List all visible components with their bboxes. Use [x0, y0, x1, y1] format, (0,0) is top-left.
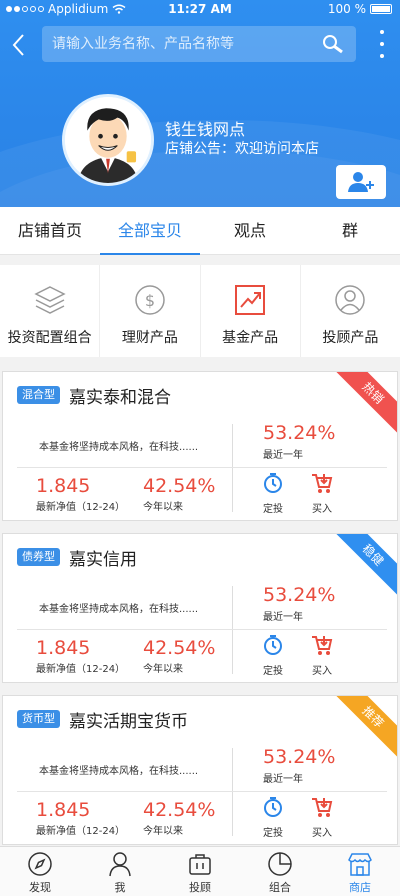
product-description: 本基金将坚持成本风格，在科技...... — [39, 604, 199, 615]
briefcase-icon — [189, 854, 211, 875]
nav-label: 最新净值（12-24） — [36, 502, 126, 513]
product-description: 本基金将坚持成本风格，在科技...... — [39, 442, 199, 453]
ytd-return: 42.54% — [143, 637, 216, 659]
timer-icon — [264, 797, 282, 817]
nav-value: 1.845 — [36, 475, 91, 497]
add-user-icon — [348, 172, 374, 192]
store-icon — [348, 853, 372, 876]
category-grid: 投资配置组合 $ 理财产品 基金产品 投顾产品 — [0, 265, 400, 357]
layers-icon — [33, 286, 66, 314]
ytd-label: 今年以来 — [143, 826, 183, 837]
shop-tabs: 店铺首页 全部宝贝 观点 群 — [0, 207, 400, 255]
product-type-badge: 货币型 — [17, 710, 60, 728]
annual-return: 53.24% — [263, 584, 336, 606]
follow-shop-button[interactable] — [336, 165, 386, 199]
more-menu-icon[interactable] — [380, 30, 386, 58]
dollar-coin-icon: $ — [135, 285, 165, 315]
category-wealth[interactable]: $ 理财产品 — [100, 265, 201, 357]
ytd-label: 今年以来 — [143, 502, 183, 513]
shop-notice: 店铺公告：欢迎访问本店 — [165, 141, 319, 157]
nav-advisor[interactable]: 投顾 — [160, 847, 240, 896]
bottom-nav: 发现 我 投顾 组合 商店 — [0, 846, 400, 896]
tab-shop-home[interactable]: 店铺首页 — [0, 207, 100, 254]
fixed-invest-button[interactable]: 定投 — [257, 634, 289, 677]
product-name[interactable]: 嘉实信用 — [69, 545, 137, 570]
annual-return: 53.24% — [263, 746, 336, 768]
trend-chart-icon — [235, 285, 266, 315]
search-icon[interactable] — [322, 34, 344, 54]
ytd-label: 今年以来 — [143, 664, 183, 675]
shop-avatar — [62, 94, 154, 186]
category-label: 理财产品 — [121, 330, 178, 346]
cart-icon — [312, 474, 333, 493]
category-fund[interactable]: 基金产品 — [201, 265, 301, 357]
tab-group[interactable]: 群 — [300, 207, 400, 254]
product-card[interactable]: 债券型 嘉实信用 稳健 本基金将坚持成本风格，在科技...... 53.24% … — [2, 533, 398, 683]
status-bar: Applidium 11:27 AM 100 % — [0, 0, 400, 20]
shop-header: Applidium 11:27 AM 100 % 钱生钱网点 店铺公告：欢迎访问… — [0, 0, 400, 207]
category-portfolio[interactable]: 投资配置组合 — [0, 265, 101, 357]
product-name[interactable]: 嘉实泰和混合 — [69, 383, 171, 408]
timer-icon — [264, 635, 282, 655]
nav-store[interactable]: 商店 — [320, 847, 400, 896]
nav-value: 1.845 — [36, 799, 91, 821]
ytd-return: 42.54% — [143, 475, 216, 497]
nav-label: 最新净值（12-24） — [36, 826, 126, 837]
category-label: 投资配置组合 — [7, 330, 92, 346]
svg-text:$: $ — [145, 291, 155, 310]
tab-all-products[interactable]: 全部宝贝 — [100, 207, 200, 255]
annual-return: 53.24% — [263, 422, 336, 444]
fixed-invest-button[interactable]: 定投 — [257, 796, 289, 839]
product-ribbon: 稳健 — [329, 534, 397, 599]
product-ribbon: 热销 — [329, 372, 397, 437]
battery-label: 100 % — [327, 2, 366, 16]
cart-icon — [312, 798, 333, 817]
product-card[interactable]: 混合型 嘉实泰和混合 热销 本基金将坚持成本风格，在科技...... 53.24… — [2, 371, 398, 521]
nav-portfolio[interactable]: 组合 — [240, 847, 320, 896]
back-icon[interactable] — [8, 32, 30, 58]
ytd-return: 42.54% — [143, 799, 216, 821]
cart-icon — [312, 636, 333, 655]
product-type-badge: 混合型 — [17, 386, 60, 404]
category-advisor[interactable]: 投顾产品 — [301, 265, 400, 357]
tab-views[interactable]: 观点 — [200, 207, 300, 254]
product-card[interactable]: 货币型 嘉实活期宝货币 推荐 本基金将坚持成本风格，在科技...... 53.2… — [2, 695, 398, 845]
product-name[interactable]: 嘉实活期宝货币 — [69, 707, 188, 732]
category-label: 基金产品 — [222, 330, 279, 346]
fixed-invest-button[interactable]: 定投 — [257, 472, 289, 515]
search-bar[interactable] — [42, 26, 356, 62]
nav-discover[interactable]: 发现 — [0, 847, 80, 896]
pie-icon — [268, 852, 292, 876]
buy-button[interactable]: 买入 — [306, 472, 338, 515]
timer-icon — [264, 473, 282, 493]
annual-return-label: 最近一年 — [263, 774, 303, 785]
product-type-badge: 债券型 — [17, 548, 60, 566]
product-description: 本基金将坚持成本风格，在科技...... — [39, 766, 199, 777]
nav-me[interactable]: 我 — [80, 847, 160, 896]
battery-icon — [370, 4, 392, 14]
nav-value: 1.845 — [36, 637, 91, 659]
annual-return-label: 最近一年 — [263, 450, 303, 461]
buy-button[interactable]: 买入 — [306, 796, 338, 839]
user-icon — [109, 852, 131, 877]
product-ribbon: 推荐 — [329, 696, 397, 761]
nav-label: 最新净值（12-24） — [36, 664, 126, 675]
search-input[interactable] — [42, 26, 302, 62]
person-icon — [335, 285, 366, 315]
category-label: 投顾产品 — [322, 330, 379, 346]
shop-name: 钱生钱网点 — [165, 120, 246, 139]
annual-return-label: 最近一年 — [263, 612, 303, 623]
buy-button[interactable]: 买入 — [306, 634, 338, 677]
compass-icon — [28, 852, 52, 876]
